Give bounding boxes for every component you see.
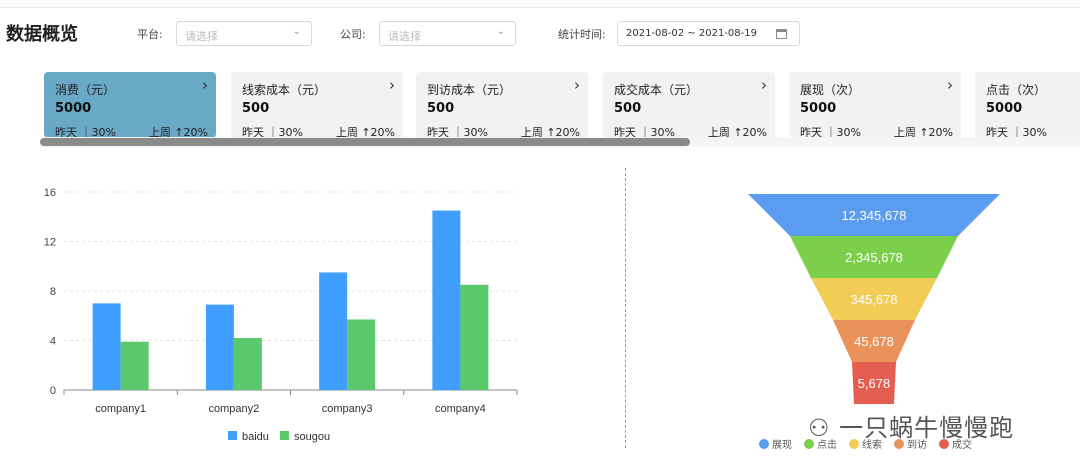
y-tick-label: 8 bbox=[50, 286, 56, 298]
card-value: 500 bbox=[427, 101, 455, 116]
funnel-label: 12,345,678 bbox=[841, 208, 906, 223]
bar-sougou-company4 bbox=[460, 284, 489, 390]
x-tick-label: company4 bbox=[435, 403, 486, 415]
company-placeholder: 请选择 bbox=[388, 30, 421, 43]
bar-sougou-company1 bbox=[120, 341, 149, 390]
bar-baidu-company1 bbox=[92, 303, 121, 390]
cards-scrollbar[interactable] bbox=[40, 138, 690, 146]
card-title: 点击（次） bbox=[986, 83, 1047, 97]
chevron-right-icon[interactable]: › bbox=[947, 76, 953, 94]
bar-baidu-company3 bbox=[319, 272, 348, 390]
calendar-icon bbox=[776, 29, 787, 39]
y-tick-label: 0 bbox=[50, 385, 56, 397]
legend-swatch-baidu bbox=[228, 431, 237, 440]
date-range-picker[interactable]: 2021-08-02 ~ 2021-08-19 bbox=[617, 21, 800, 46]
card-title: 线索成本（元） bbox=[242, 83, 327, 97]
company-select[interactable]: 请选择 ⌄ bbox=[379, 21, 516, 46]
bar-baidu-company2 bbox=[205, 304, 234, 390]
date-range-text: 2021-08-02 ~ 2021-08-19 bbox=[626, 28, 757, 39]
chevron-right-icon[interactable]: › bbox=[389, 76, 395, 94]
metric-card-deal-cost[interactable]: 成交成本（元） › 500 昨天 ｜30% 上周 ↑20% bbox=[603, 72, 775, 139]
card-value: 500 bbox=[242, 101, 270, 116]
platform-label: 平台: bbox=[137, 28, 163, 41]
card-value: 5000 bbox=[986, 101, 1023, 116]
bar-chart: 0 4 8 12 16 company1 company2 company3 company4 b… bbox=[44, 187, 518, 443]
card-title: 成交成本（元） bbox=[614, 83, 699, 97]
chevron-right-icon[interactable]: › bbox=[574, 76, 580, 94]
bar-sougou-company3 bbox=[347, 319, 376, 390]
funnel-label: 45,678 bbox=[854, 334, 894, 349]
bar-sougou-company2 bbox=[233, 338, 262, 390]
legend-label-展现: 展现 bbox=[772, 439, 792, 451]
page-title: 数据概览 bbox=[6, 24, 78, 45]
x-tick-label: company3 bbox=[322, 403, 373, 415]
chevron-right-icon[interactable]: › bbox=[202, 76, 208, 94]
top-bar bbox=[0, 0, 1080, 8]
chevron-down-icon: ⌄ bbox=[496, 26, 505, 37]
chevron-down-icon: ⌄ bbox=[292, 26, 301, 37]
watermark-text: 一只蜗牛慢慢跑 bbox=[839, 414, 1015, 442]
wechat-icon: ⚇ bbox=[808, 414, 831, 442]
metric-card-lead-cost[interactable]: 线索成本（元） › 500 昨天 ｜30% 上周 ↑20% bbox=[231, 72, 403, 139]
time-label: 统计时间: bbox=[558, 28, 606, 41]
bar-baidu-company4 bbox=[432, 210, 461, 390]
platform-select[interactable]: 请选择 ⌄ bbox=[176, 21, 312, 46]
metric-card-visit-cost[interactable]: 到访成本（元） › 500 昨天 ｜30% 上周 ↑20% bbox=[416, 72, 588, 139]
metric-card-clicks[interactable]: 点击（次） 5000 昨天 ｜30% bbox=[975, 72, 1080, 139]
card-value: 5000 bbox=[55, 101, 92, 116]
card-title: 到访成本（元） bbox=[427, 83, 512, 97]
legend-swatch-sougou bbox=[280, 431, 289, 440]
card-title: 消费（元） bbox=[55, 83, 116, 97]
chevron-right-icon[interactable]: › bbox=[761, 76, 767, 94]
card-value: 500 bbox=[614, 101, 642, 116]
metric-cards: 消费（元） › 5000 昨天 ｜30% 上周 ↑20% 线索成本（元） › 5… bbox=[44, 72, 1080, 144]
legend-label-baidu: baidu bbox=[242, 431, 269, 443]
x-tick-label: company1 bbox=[95, 403, 146, 415]
y-tick-label: 4 bbox=[50, 336, 56, 348]
watermark: ⚇ 一只蜗牛慢慢跑 bbox=[808, 408, 1014, 443]
company-label: 公司: bbox=[340, 28, 366, 41]
funnel-label: 2,345,678 bbox=[845, 250, 903, 265]
card-value: 5000 bbox=[800, 101, 837, 116]
y-tick-label: 12 bbox=[44, 237, 56, 249]
y-tick-label: 16 bbox=[44, 187, 56, 199]
metric-card-impressions[interactable]: 展现（次） › 5000 昨天 ｜30% 上周 ↑20% bbox=[789, 72, 961, 139]
chart-divider bbox=[625, 168, 626, 448]
card-title: 展现（次） bbox=[800, 83, 861, 97]
funnel-label: 345,678 bbox=[851, 292, 898, 307]
platform-placeholder: 请选择 bbox=[185, 30, 218, 43]
x-tick-label: company2 bbox=[208, 403, 259, 415]
funnel-label: 5,678 bbox=[858, 376, 891, 391]
metric-card-spend[interactable]: 消费（元） › 5000 昨天 ｜30% 上周 ↑20% bbox=[44, 72, 216, 139]
legend-label-sougou: sougou bbox=[294, 431, 330, 443]
legend-marker-展现 bbox=[759, 439, 769, 449]
